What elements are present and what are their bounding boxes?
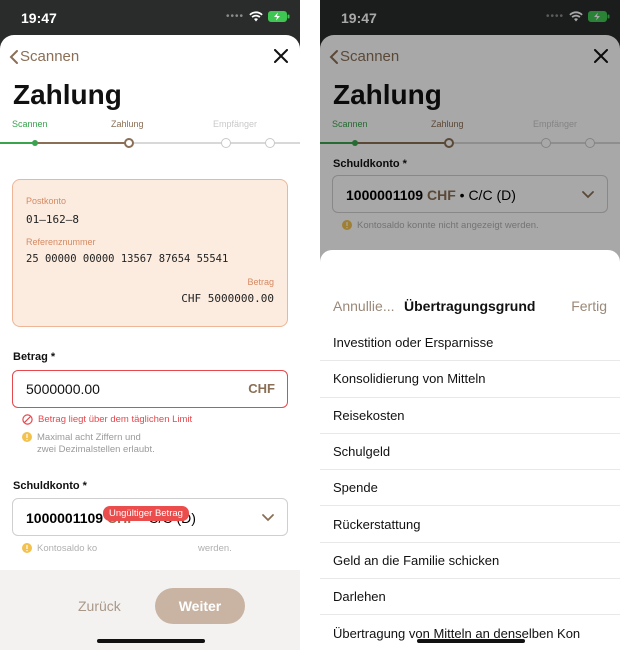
reference-value: 25 00000 00000 13567 87654 55541	[26, 253, 229, 265]
picker-toolbar: Annullie... Übertragungsgrund Fertig	[320, 298, 620, 318]
back-button[interactable]: Scannen	[8, 48, 79, 65]
card-amount-value: CHF 5000000.00	[181, 292, 274, 305]
reason-picker-sheet: Annullie... Übertragungsgrund Fertig Inv…	[320, 250, 620, 650]
picker-cancel-button[interactable]: Annullie...	[333, 298, 394, 314]
close-icon	[274, 49, 288, 63]
reason-picker-screen: 19:47 •••• Scannen Zahlung Scannen Zahlu…	[320, 0, 620, 650]
stepper: Scannen Zahlung Empfänger	[0, 119, 300, 149]
account-info-left: Kontosaldo ko	[37, 543, 98, 554]
reason-option[interactable]: Konsolidierung von Mitteln	[320, 361, 620, 398]
card-amount-label: Betrag	[247, 277, 274, 287]
step-node-last	[265, 138, 275, 148]
amount-info-line2: zwei Dezimalstellen erlaubt.	[37, 444, 155, 455]
amount-input[interactable]: 5000000.00 CHF	[12, 370, 288, 408]
step-track-done	[0, 142, 35, 144]
reason-option[interactable]: Schulgeld	[320, 434, 620, 471]
account-field-label: Schuldkonto *	[13, 480, 87, 492]
amount-error-text: Betrag liegt über dem täglichen Limit	[38, 414, 193, 425]
step-empfaenger-label: Empfänger	[213, 119, 258, 129]
reason-option[interactable]: Investition oder Ersparnisse	[320, 325, 620, 362]
status-time: 19:47	[21, 10, 57, 26]
home-indicator	[97, 639, 205, 643]
account-number: 1000001109	[26, 510, 104, 526]
amount-field-label: Betrag *	[13, 351, 56, 363]
reason-option[interactable]: Reisekosten	[320, 398, 620, 434]
step-node-active	[124, 138, 134, 148]
back-label: Scannen	[20, 48, 80, 65]
info-icon	[22, 432, 32, 442]
qr-bill-card: Postkonto 01–162–8 Referenznummer 25 000…	[12, 179, 288, 327]
page-title: Zahlung	[13, 79, 122, 110]
step-scannen-label: Scannen	[12, 119, 48, 129]
postkonto-label: Postkonto	[26, 196, 67, 206]
zurueck-button[interactable]: Zurück	[78, 598, 121, 614]
reason-option[interactable]: Darlehen	[320, 579, 620, 616]
amount-currency: CHF	[248, 381, 275, 396]
payment-screen: 19:47 •••• Scannen Zahlung Scannen Zahlu…	[0, 0, 300, 650]
amount-info-text: Maximal acht Ziffern und zwei Dezimalstel…	[37, 432, 155, 456]
invalid-amount-tooltip: Ungültiger Betrag	[103, 506, 189, 521]
home-indicator	[417, 639, 525, 643]
screens: 19:47 •••• Scannen Zahlung Scannen Zahlu…	[0, 0, 620, 650]
step-node-todo	[221, 138, 231, 148]
weiter-button[interactable]: Weiter	[155, 588, 245, 624]
reason-option[interactable]: Spende	[320, 470, 620, 507]
step-zahlung-label: Zahlung	[111, 119, 144, 129]
reason-option[interactable]: Geld an die Familie schicken	[320, 543, 620, 580]
chevron-down-icon	[262, 514, 274, 522]
account-info-right: werden.	[198, 543, 232, 554]
amount-info: Maximal acht Ziffern und zwei Dezimalstel…	[22, 432, 155, 456]
postkonto-value: 01–162–8	[26, 213, 79, 226]
reason-option[interactable]: Rückerstattung	[320, 506, 620, 543]
info-icon	[22, 543, 32, 553]
battery-charging-icon	[268, 11, 290, 22]
step-track-active	[35, 142, 129, 144]
amount-error: Betrag liegt über dem täglichen Limit	[22, 414, 192, 426]
reason-option[interactable]: Übertragung von Mitteln an denselben Kon	[320, 615, 620, 650]
footer-bar: Zurück Weiter	[0, 570, 300, 650]
account-info: Kontosaldo ko werden.	[22, 543, 232, 555]
picker-done-button[interactable]: Fertig	[571, 298, 607, 314]
status-bar: 19:47 ••••	[0, 0, 300, 36]
signal-icon: ••••	[225, 11, 244, 22]
close-button[interactable]	[274, 49, 288, 68]
reason-list: Investition oder Ersparnisse Konsolidier…	[320, 325, 620, 650]
payment-sheet: Scannen Zahlung Scannen Zahlung Empfänge…	[0, 35, 300, 650]
step-dot-done	[32, 140, 38, 146]
picker-title: Übertragungsgrund	[404, 298, 536, 314]
amount-input-value: 5000000.00	[26, 381, 100, 397]
prohibited-icon	[22, 414, 33, 425]
status-icons: ••••	[226, 11, 290, 22]
reference-label: Referenznummer	[26, 237, 96, 247]
wifi-icon	[249, 11, 263, 22]
chevron-left-icon	[9, 49, 18, 64]
amount-info-line1: Maximal acht Ziffern und	[37, 432, 141, 443]
